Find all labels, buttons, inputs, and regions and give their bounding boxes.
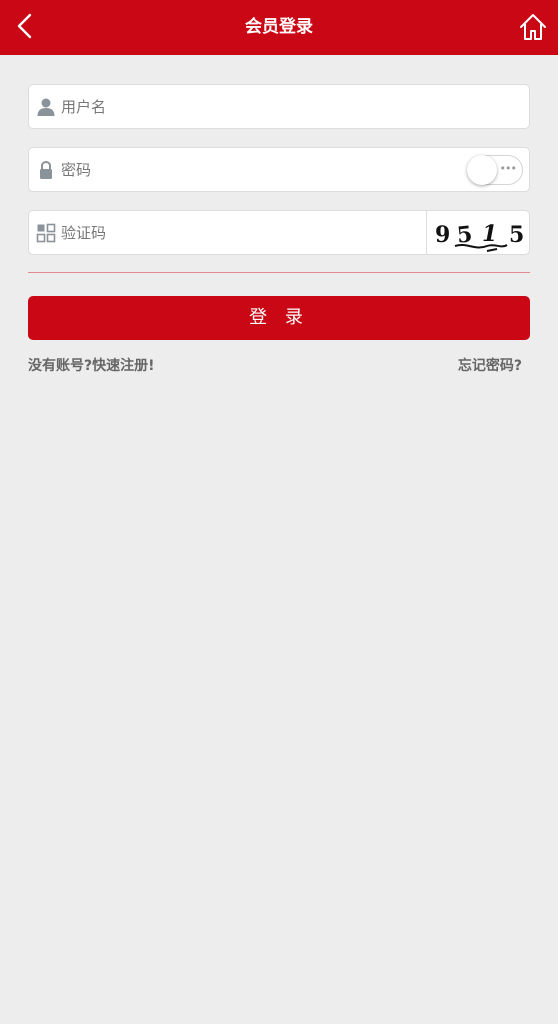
svg-text:9: 9 [435, 222, 450, 248]
ellipsis-icon: ••• [499, 162, 517, 175]
page-title: 会员登录 [245, 17, 313, 37]
svg-text:5: 5 [509, 222, 524, 248]
home-icon [520, 14, 546, 40]
register-link[interactable]: 没有账号?快速注册! [28, 355, 155, 375]
captcha-input[interactable] [61, 211, 416, 254]
captcha-image[interactable]: 9 5 1 5 [426, 211, 529, 254]
captcha-field: 9 5 1 5 [28, 210, 530, 255]
grid-icon [36, 223, 56, 243]
divider [28, 272, 530, 273]
toggle-knob [467, 155, 497, 185]
forgot-password-link[interactable]: 忘记密码? [458, 355, 522, 375]
password-input[interactable] [61, 148, 451, 191]
password-field: ••• [28, 147, 530, 192]
show-password-toggle[interactable]: ••• [467, 155, 523, 185]
username-input[interactable] [61, 85, 516, 128]
home-button[interactable] [516, 10, 550, 44]
captcha-graphic: 9 5 1 5 [435, 221, 524, 252]
lock-icon [40, 160, 52, 179]
username-field [28, 84, 530, 129]
user-icon [37, 98, 55, 116]
login-button[interactable]: 登 录 [28, 296, 530, 340]
svg-text:1: 1 [482, 221, 497, 247]
header-bar: 会员登录 [0, 0, 558, 55]
